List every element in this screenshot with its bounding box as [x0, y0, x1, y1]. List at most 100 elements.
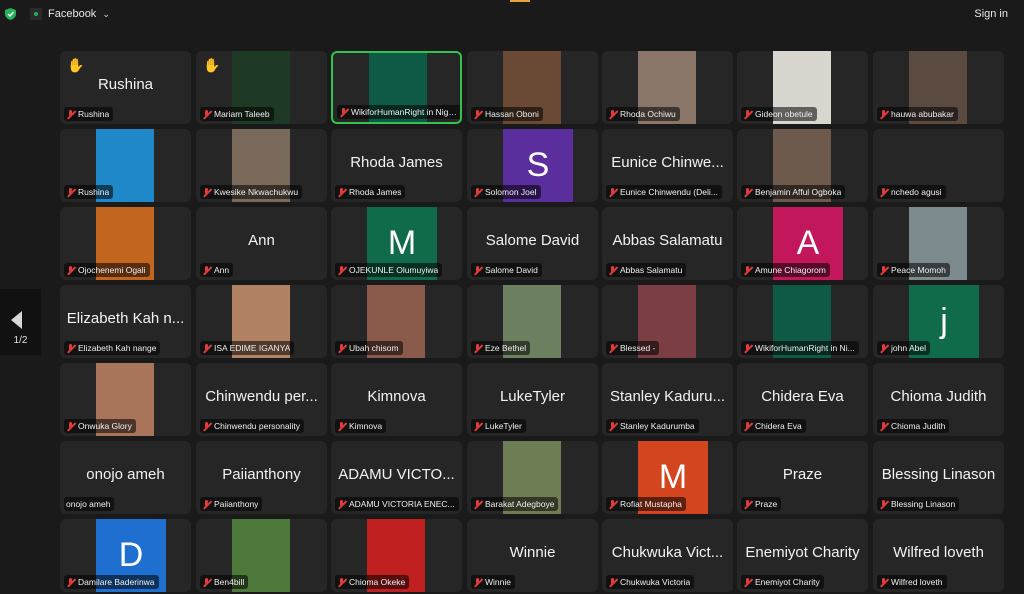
participant-name: Ubah chisom [349, 343, 399, 353]
participant-tile[interactable]: Hassan Oboni [467, 51, 598, 124]
mic-muted-icon [879, 265, 888, 275]
participant-tile[interactable]: D Damilare Baderinwa [60, 519, 191, 592]
participant-tile[interactable]: Gideon obetule [737, 51, 868, 124]
participant-tile[interactable]: Ann Ann [196, 207, 327, 280]
mic-muted-icon [608, 421, 617, 431]
participant-tile[interactable]: Rhoda Ochiwu [602, 51, 733, 124]
participant-tile[interactable]: ✋ Mariam Taleeb [196, 51, 327, 124]
participant-tile[interactable]: Kwesike Nkwachukwu [196, 129, 327, 202]
participant-tile[interactable]: Chinwendu per... Chinwendu personality [196, 363, 327, 436]
participant-name-label: Stanley Kadurumba [606, 419, 699, 433]
participant-tile[interactable]: Chioma Okeke [331, 519, 462, 592]
participant-name: Rhoda James [349, 187, 402, 197]
participant-tile[interactable]: onojo ameh onojo ameh [60, 441, 191, 514]
mic-muted-icon [473, 187, 482, 197]
participant-tile[interactable]: ISA EDIME IGANYA [196, 285, 327, 358]
mic-muted-icon [743, 577, 752, 587]
participant-name-label: Rhoda Ochiwu [606, 107, 680, 121]
participant-tile[interactable]: ADAMU VICTO... ADAMU VICTORIA ENEC... [331, 441, 462, 514]
participant-name: hauwa abubakar [891, 109, 954, 119]
participant-name: Eunice Chinwendu (Deli... [620, 187, 718, 197]
mic-muted-icon [202, 187, 211, 197]
mic-muted-icon [743, 499, 752, 509]
participant-tile[interactable]: Onwuka Glory [60, 363, 191, 436]
participant-tile[interactable]: nchedo agusi [873, 129, 1004, 202]
app-label: Facebook [48, 8, 97, 20]
participant-name-label: Elizabeth Kah nange [64, 341, 161, 355]
participant-name-label: Blessed - [606, 341, 660, 355]
participant-tile[interactable]: Barakat Adegboye [467, 441, 598, 514]
participant-tile[interactable]: Rhoda James Rhoda James [331, 129, 462, 202]
mic-muted-icon [879, 343, 888, 353]
participant-tile[interactable]: Enemiyot Charity Enemiyot Charity [737, 519, 868, 592]
participant-tile[interactable]: M OJEKUNLE Olumuyiwa [331, 207, 462, 280]
participant-display-name: Paiianthony [222, 466, 301, 483]
participant-tile[interactable]: j john Abel [873, 285, 1004, 358]
participant-tile[interactable]: M Rofiat Mustapha [602, 441, 733, 514]
participant-tile[interactable]: Blessed - [602, 285, 733, 358]
participant-tile[interactable]: Benjamin Afful Ogboka [737, 129, 868, 202]
participant-name-label: hauwa abubakar [877, 107, 958, 121]
participant-tile[interactable]: WikiforHumanRight in Ni... [737, 285, 868, 358]
page-indicator: 1/2 [13, 335, 28, 346]
participant-display-name: Rushina [97, 76, 154, 93]
participant-tile[interactable]: Abbas Salamatu Abbas Salamatu [602, 207, 733, 280]
participant-tile[interactable]: Wilfred loveth Wilfred loveth [873, 519, 1004, 592]
mic-muted-icon [879, 577, 888, 587]
participant-display-name: ADAMU VICTO... [338, 466, 455, 483]
mic-muted-icon [202, 499, 211, 509]
participant-tile[interactable]: Ben4bill [196, 519, 327, 592]
mic-muted-icon [66, 421, 75, 431]
participant-tile[interactable]: S Solomon Joel [467, 129, 598, 202]
participant-display-name: Chidera Eva [761, 388, 844, 405]
participant-tile[interactable]: Chioma Judith Chioma Judith [873, 363, 1004, 436]
mic-muted-icon [608, 343, 617, 353]
participant-name: Chidera Eva [755, 421, 802, 431]
mic-muted-icon [608, 577, 617, 587]
app-selector-button[interactable]: Facebook ⌄ [24, 4, 116, 24]
participant-tile[interactable]: hauwa abubakar [873, 51, 1004, 124]
mic-muted-icon [66, 343, 75, 353]
mic-muted-icon [337, 577, 346, 587]
sign-in-link[interactable]: Sign in [974, 8, 1008, 20]
participant-name-label: Kwesike Nkwachukwu [200, 185, 303, 199]
participant-name-label: Onwuka Glory [64, 419, 136, 433]
participant-name-label: Kimnova [335, 419, 387, 433]
participant-name: Ann [214, 265, 230, 275]
participant-tile[interactable]: Elizabeth Kah n... Elizabeth Kah nange [60, 285, 191, 358]
participant-name-label: nchedo agusi [877, 185, 946, 199]
participant-tile[interactable]: Chidera Eva Chidera Eva [737, 363, 868, 436]
participant-name: Benjamin Afful Ogboka [755, 187, 842, 197]
participant-name-label: Rofiat Mustapha [606, 497, 686, 511]
participant-tile[interactable]: Kimnova Kimnova [331, 363, 462, 436]
participant-tile[interactable]: Rushina [60, 129, 191, 202]
participant-tile[interactable]: Winnie Winnie [467, 519, 598, 592]
mic-muted-icon [473, 421, 482, 431]
mic-muted-icon [473, 499, 482, 509]
participant-tile[interactable]: Ojochenemi Ogali [60, 207, 191, 280]
participant-tile[interactable]: Paiianthony Paiianthony [196, 441, 327, 514]
chevron-down-icon: ⌄ [102, 8, 110, 19]
participant-display-name: Salome David [485, 232, 580, 249]
previous-page-button[interactable]: 1/2 [0, 289, 41, 355]
participant-tile[interactable]: Peace Momoh [873, 207, 1004, 280]
mic-muted-icon [473, 343, 482, 353]
participant-name-label: Eunice Chinwendu (Deli... [606, 185, 722, 199]
participant-tile[interactable]: LukeTyler LukeTyler [467, 363, 598, 436]
participant-tile[interactable]: Praze Praze [737, 441, 868, 514]
participant-tile[interactable]: Salome David Salome David [467, 207, 598, 280]
shield-icon [5, 8, 16, 20]
participant-tile[interactable]: WikiforHumanRight in Nige... [331, 51, 462, 124]
participant-tile[interactable]: Rushina ✋ Rushina [60, 51, 191, 124]
participant-tile[interactable]: A Amune Chiagorom [737, 207, 868, 280]
mic-muted-icon [743, 265, 752, 275]
participant-name: Ben4bill [214, 577, 245, 587]
participant-tile[interactable]: Blessing Linason Blessing Linason [873, 441, 1004, 514]
participant-tile[interactable]: Ubah chisom [331, 285, 462, 358]
participant-tile[interactable]: Chukwuka Vict... Chukwuka Victoria [602, 519, 733, 592]
participant-tile[interactable]: Eunice Chinwe... Eunice Chinwendu (Deli..… [602, 129, 733, 202]
mic-muted-icon [66, 265, 75, 275]
participant-name: Chioma Judith [891, 421, 946, 431]
participant-tile[interactable]: Stanley Kaduru... Stanley Kadurumba [602, 363, 733, 436]
participant-tile[interactable]: Eze Bethel [467, 285, 598, 358]
